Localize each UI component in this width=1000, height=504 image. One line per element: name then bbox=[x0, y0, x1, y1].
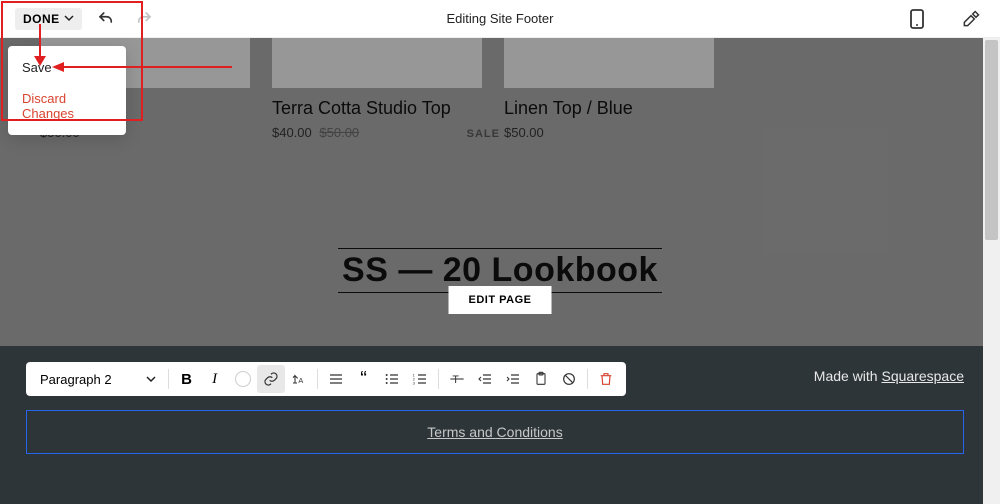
styles-brush-icon[interactable] bbox=[957, 5, 985, 33]
product-name: Linen Top / Blue bbox=[504, 98, 714, 119]
text-toolbar: Paragraph 2 B I A “ 123 T bbox=[26, 362, 626, 396]
done-label: DONE bbox=[23, 12, 60, 26]
sale-badge: SALE bbox=[467, 128, 500, 140]
edit-page-button[interactable]: EDIT PAGE bbox=[449, 286, 552, 314]
discard-changes-menu-item[interactable]: Discard Changes bbox=[8, 83, 126, 129]
footer-text-block[interactable]: Terms and Conditions bbox=[26, 410, 964, 454]
squarespace-link[interactable]: Squarespace bbox=[881, 368, 964, 384]
product-image bbox=[272, 38, 482, 88]
svg-text:A: A bbox=[298, 376, 303, 385]
svg-text:T: T bbox=[452, 374, 459, 386]
italic-button[interactable]: I bbox=[201, 365, 229, 393]
quote-button[interactable]: “ bbox=[350, 365, 378, 393]
product-card: Terra Cotta Studio Top $40.00 $50.00 SAL… bbox=[272, 38, 482, 140]
done-dropdown-menu: Save Discard Changes bbox=[8, 46, 126, 135]
product-price: $50.00 bbox=[504, 125, 714, 140]
strikethrough-button[interactable]: T bbox=[443, 365, 471, 393]
original-price: $50.00 bbox=[319, 125, 359, 140]
made-with-prefix: Made with bbox=[814, 368, 882, 384]
bold-button[interactable]: B bbox=[173, 365, 201, 393]
text-color-button[interactable] bbox=[229, 365, 257, 393]
align-button[interactable] bbox=[322, 365, 350, 393]
product-name: Terra Cotta Studio Top bbox=[272, 98, 482, 119]
sale-price: $40.00 bbox=[272, 125, 312, 140]
product-image bbox=[504, 38, 714, 88]
clipboard-button[interactable] bbox=[527, 365, 555, 393]
text-size-button[interactable]: A bbox=[285, 365, 313, 393]
made-with-label: Made with Squarespace bbox=[814, 368, 964, 384]
mobile-preview-icon[interactable] bbox=[903, 5, 931, 33]
redo-button bbox=[130, 5, 158, 33]
vertical-scrollbar[interactable] bbox=[983, 38, 1000, 504]
save-menu-item[interactable]: Save bbox=[8, 52, 126, 83]
scroll-thumb[interactable] bbox=[985, 40, 998, 240]
link-button[interactable] bbox=[257, 365, 285, 393]
outdent-button[interactable] bbox=[471, 365, 499, 393]
chevron-down-icon bbox=[64, 12, 74, 26]
indent-button[interactable] bbox=[499, 365, 527, 393]
product-price: $40.00 $50.00 bbox=[272, 125, 482, 140]
paragraph-style-label: Paragraph 2 bbox=[40, 372, 112, 387]
bullet-list-button[interactable] bbox=[378, 365, 406, 393]
svg-text:3: 3 bbox=[412, 380, 415, 385]
editor-canvas: Lisa Shirt $50.00 Terra Cotta Studio Top… bbox=[0, 38, 1000, 504]
clear-format-button[interactable] bbox=[555, 365, 583, 393]
site-footer-section: Paragraph 2 B I A “ 123 T bbox=[0, 346, 1000, 504]
delete-button[interactable] bbox=[592, 365, 620, 393]
undo-button[interactable] bbox=[92, 5, 120, 33]
product-card: Linen Top / Blue $50.00 bbox=[504, 38, 714, 140]
done-dropdown-button[interactable]: DONE bbox=[15, 8, 82, 30]
top-bar: DONE Editing Site Footer bbox=[0, 0, 1000, 38]
terms-link[interactable]: Terms and Conditions bbox=[427, 424, 562, 440]
chevron-down-icon bbox=[146, 372, 156, 387]
paragraph-style-select[interactable]: Paragraph 2 bbox=[32, 372, 164, 387]
numbered-list-button[interactable]: 123 bbox=[406, 365, 434, 393]
